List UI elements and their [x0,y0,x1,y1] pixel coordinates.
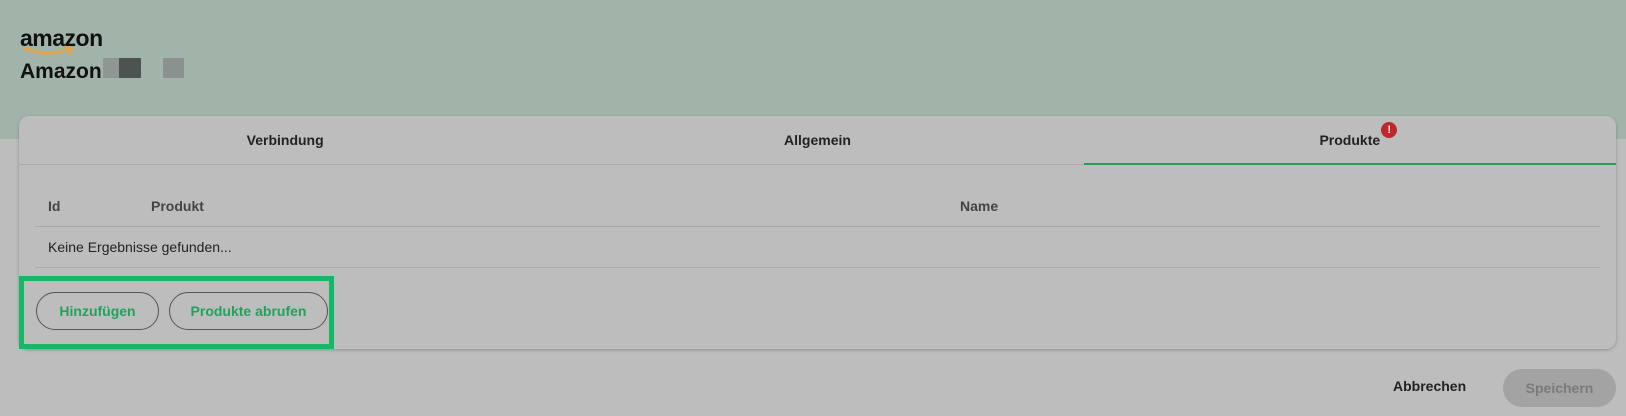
tab-verbindung[interactable]: Verbindung [19,116,551,164]
add-button[interactable]: Hinzufügen [36,292,159,330]
table-row-empty: Keine Ergebnisse gefunden... [35,227,1600,268]
column-header-name: Name [960,198,999,214]
fetch-products-button[interactable]: Produkte abrufen [169,292,328,330]
column-header-produkt: Produkt [151,198,204,214]
tab-label: Allgemein [784,132,851,148]
tab-label: Produkte! [1319,122,1398,148]
action-buttons-highlight: Hinzufügen Produkte abrufen [19,276,334,349]
cancel-button[interactable]: Abbrechen [1393,378,1466,394]
amazon-smile-icon [22,45,74,56]
save-button[interactable]: Speichern [1503,369,1616,407]
redacted-block [119,58,141,78]
tab-allgemein[interactable]: Allgemein [551,116,1083,164]
products-table: Id Produkt Name Keine Ergebnisse gefunde… [35,186,1600,268]
tab-produkte[interactable]: Produkte! [1083,116,1617,165]
page-title: Amazon [20,60,102,83]
column-header-id: Id [48,198,61,214]
amazon-logo: amazon [20,26,103,56]
tab-label-text: Produkte [1319,132,1381,148]
redacted-block [163,58,184,78]
tab-bar: Verbindung Allgemein Produkte! [19,116,1617,165]
tab-label: Verbindung [246,132,324,148]
empty-message: Keine Ergebnisse gefunden... [48,239,232,255]
redacted-block [103,58,119,78]
table-header: Id Produkt Name [35,186,1600,227]
alert-icon: ! [1381,122,1398,138]
